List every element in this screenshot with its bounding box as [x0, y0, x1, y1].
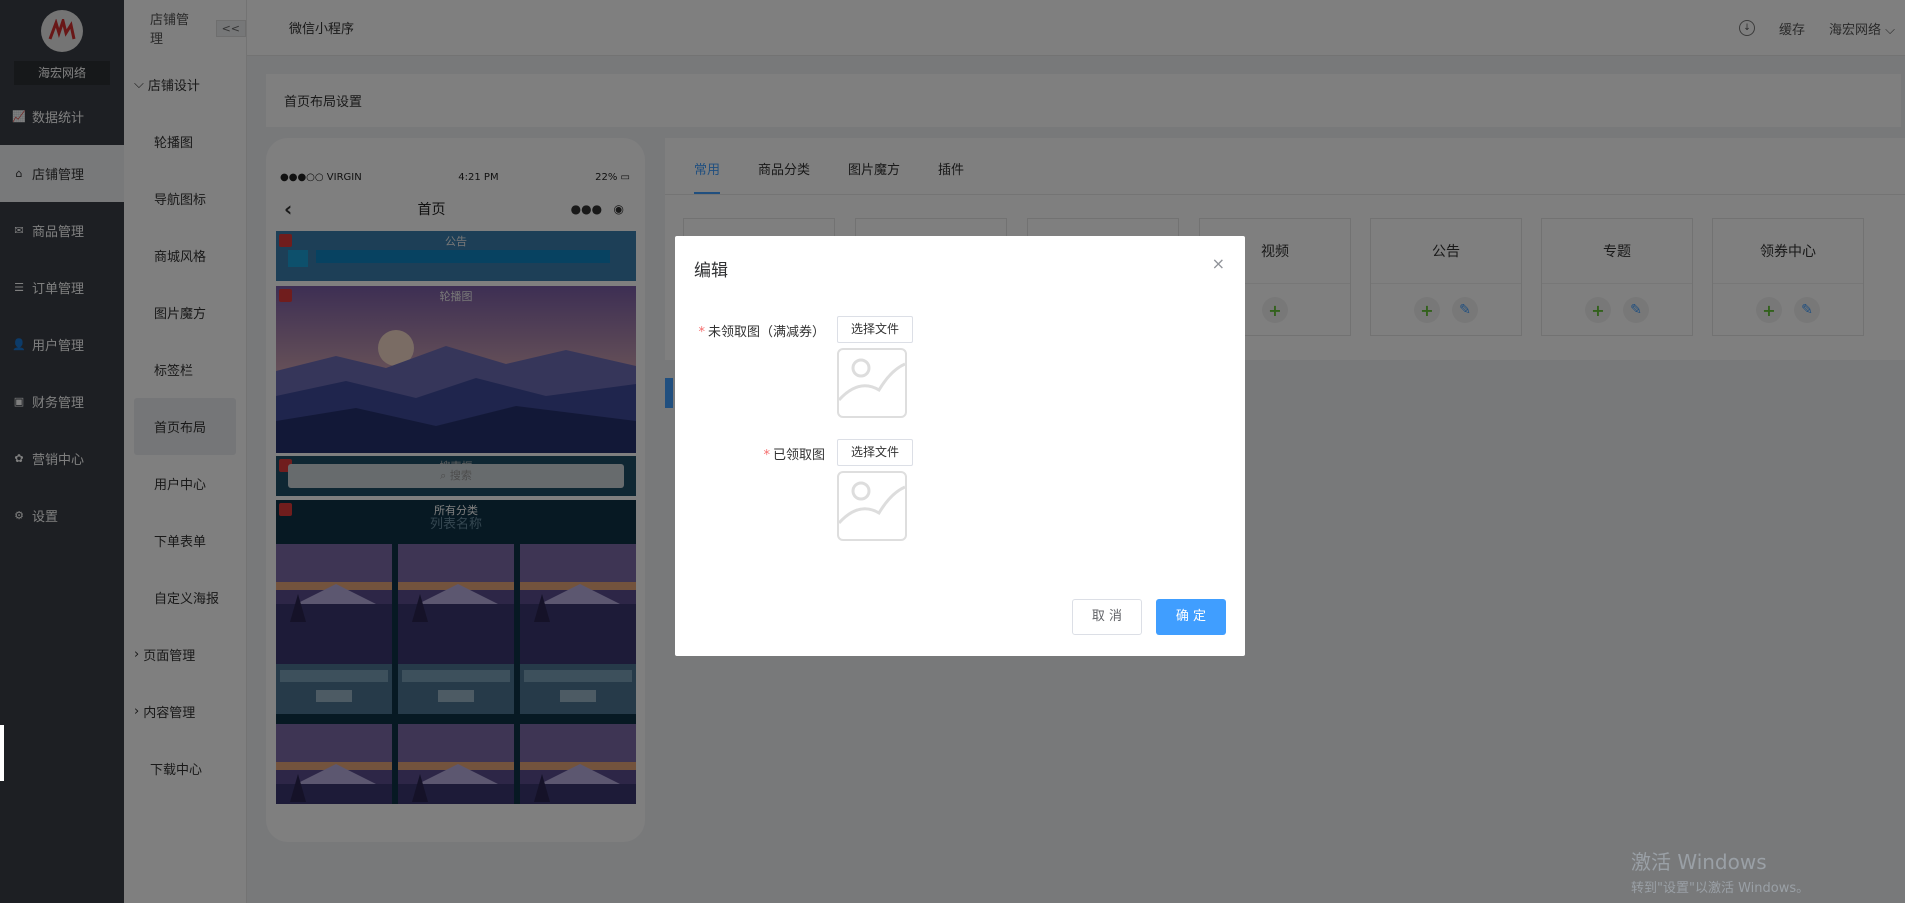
choose-file-button[interactable]: 选择文件	[837, 439, 914, 466]
field-claimed-image: * 已领取图 选择文件	[675, 439, 914, 541]
image-placeholder-icon[interactable]	[837, 471, 907, 541]
edit-dialog: 编辑 × * 未领取图（满减券） 选择文件 * 已领取图 选择文件 取 消 确 定	[675, 236, 1245, 656]
image-placeholder-icon[interactable]	[837, 348, 907, 418]
close-icon[interactable]: ×	[1212, 254, 1225, 273]
confirm-button[interactable]: 确 定	[1156, 599, 1226, 635]
field-label: * 已领取图	[763, 448, 825, 463]
dialog-title: 编辑	[694, 261, 728, 281]
choose-file-button[interactable]: 选择文件	[837, 316, 914, 343]
cancel-button[interactable]: 取 消	[1072, 599, 1142, 635]
field-label: * 未领取图（满减券）	[698, 325, 825, 340]
field-claimed-label: 已领取图	[772, 448, 825, 463]
windows-watermark: 激活 Windows 转到"设置"以激活 Windows。	[1631, 846, 1809, 896]
edge-indicator	[0, 725, 4, 781]
watermark-subtitle: 转到"设置"以激活 Windows。	[1631, 881, 1810, 896]
field-unclaimed-label: 未领取图（满减券）	[707, 325, 825, 340]
watermark-title: 激活 Windows	[1631, 850, 1767, 874]
field-unclaimed-image: * 未领取图（满减券） 选择文件	[675, 316, 914, 418]
